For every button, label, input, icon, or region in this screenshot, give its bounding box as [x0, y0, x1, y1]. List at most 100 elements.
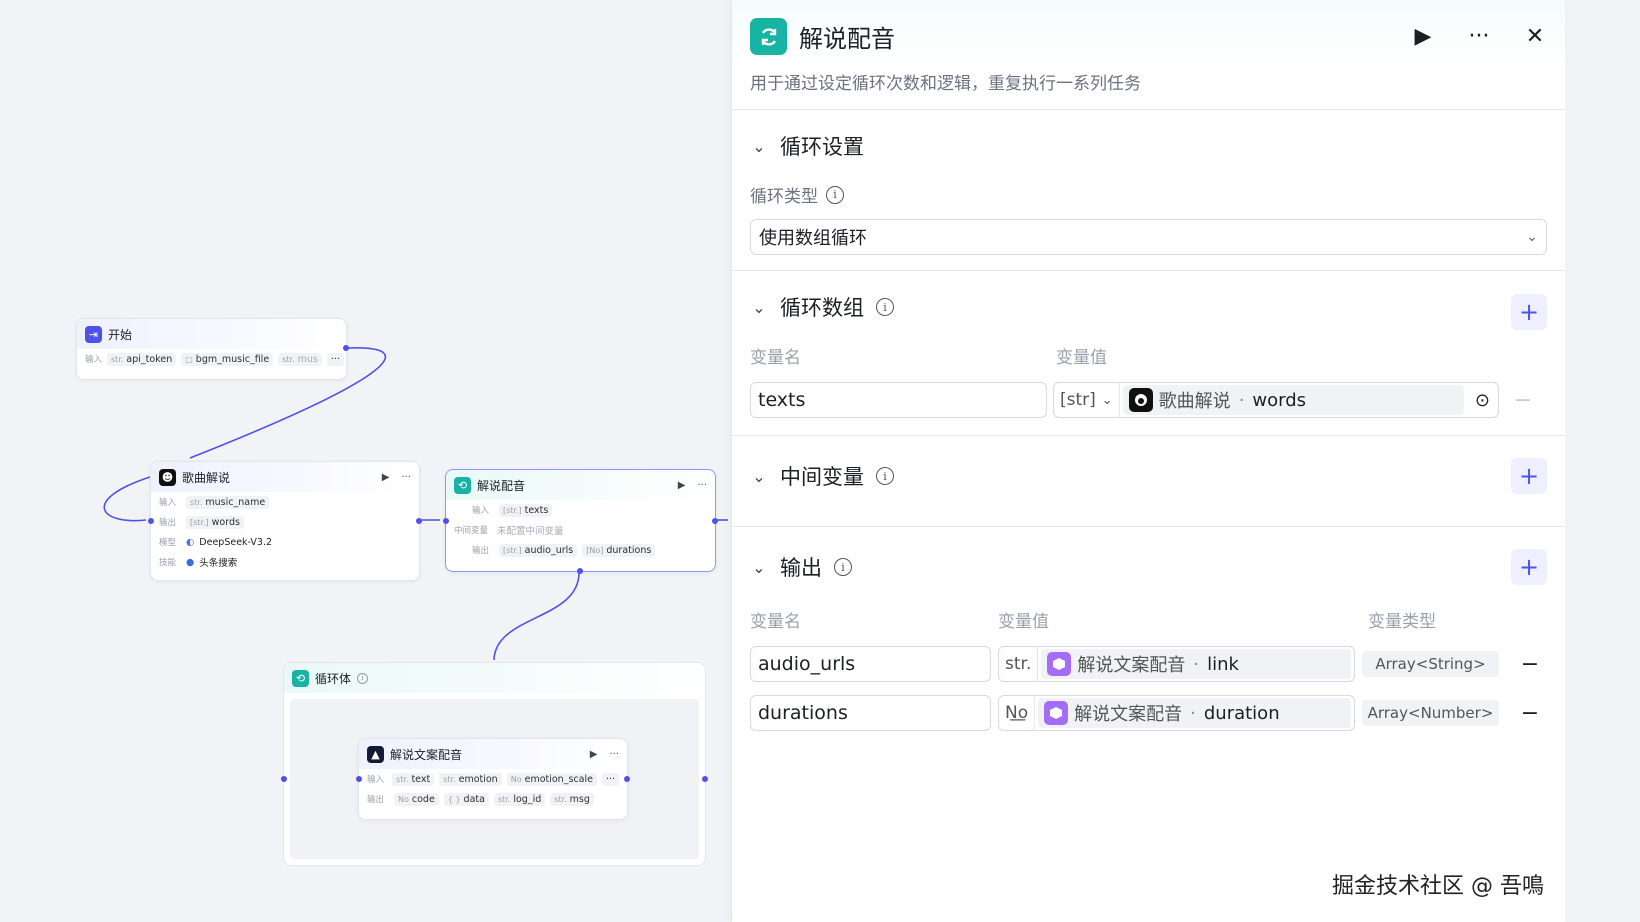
- add-intermediate-button[interactable]: +: [1511, 458, 1547, 494]
- loop-out-port[interactable]: [702, 776, 708, 782]
- more-icon[interactable]: ···: [401, 472, 411, 483]
- output-port[interactable]: [624, 776, 630, 782]
- param-chip: str. log_id: [493, 792, 546, 806]
- var-name-input[interactable]: durations: [750, 695, 991, 731]
- run-icon[interactable]: ▶: [590, 749, 598, 760]
- loop-in-port[interactable]: [281, 776, 287, 782]
- row-label: 输出: [367, 795, 385, 805]
- info-icon[interactable]: i: [876, 467, 894, 485]
- row-label: 模型: [159, 538, 177, 548]
- row-label: 输入: [159, 498, 177, 508]
- more-icon[interactable]: ···: [697, 480, 707, 491]
- info-icon[interactable]: i: [876, 298, 894, 316]
- loop-type-select[interactable]: 使用数组循环 ⌄: [750, 219, 1547, 255]
- run-icon[interactable]: ▶: [382, 472, 390, 483]
- loop-icon: ⟲: [454, 476, 471, 494]
- chevron-down-icon[interactable]: ⌄: [750, 558, 768, 577]
- var-name-input[interactable]: audio_urls: [750, 646, 991, 682]
- var-value-ref[interactable]: [str] ⌄ 歌曲解说 · words ⊙: [1053, 382, 1499, 418]
- param-chip: [No] durations: [582, 543, 656, 557]
- loop-icon: ⟲: [292, 669, 309, 687]
- row-label: 输出: [472, 546, 490, 556]
- type-label: str.: [999, 647, 1039, 681]
- row-label: 输出: [159, 518, 177, 528]
- run-button[interactable]: ▶: [1411, 24, 1435, 49]
- panel-description[interactable]: 用于通过设定循环次数和逻辑，重复执行一系列任务: [750, 69, 1547, 94]
- chevron-down-icon: ⌄: [1526, 229, 1538, 245]
- start-input-chip: str. mus: [278, 352, 322, 366]
- input-port[interactable]: [443, 518, 449, 524]
- workflow-canvas[interactable]: ⇥ 开始 输入 str. api_token □ bgm_music_file st…: [0, 0, 765, 922]
- dub-loop-node[interactable]: ⟲ 解说配音 ▶ ··· 输入 [str.] texts 中间变量 未配置中间变量…: [443, 469, 718, 574]
- var-value-ref[interactable]: str. 解说文案配音 · link: [998, 646, 1355, 682]
- row-label: 技能: [159, 558, 177, 568]
- tts-plugin-node[interactable]: ▲ 解说文案配音 ▶ ··· 输入 str. text str. emotion N…: [356, 738, 630, 820]
- param-chip: str. msg: [550, 792, 594, 806]
- more-icon[interactable]: ···: [609, 749, 619, 760]
- loop-icon: [750, 18, 787, 55]
- panel-title[interactable]: 解说配音: [799, 19, 1399, 54]
- var-type-badge: Array<Number>: [1362, 700, 1499, 726]
- tts-node-header: ▲ 解说文案配音 ▶ ···: [359, 739, 627, 769]
- type-label: N͟o: [999, 696, 1036, 730]
- loop-type-label: 循环类型: [750, 187, 818, 207]
- node-config-panel: 解说配音 ▶ ··· ✕ 用于通过设定循环次数和逻辑，重复执行一系列任务 ⌄ 循…: [731, 0, 1565, 922]
- chevron-down-icon[interactable]: ⌄: [750, 467, 768, 486]
- start-node[interactable]: ⇥ 开始 输入 str. api_token □ bgm_music_file st…: [76, 318, 349, 380]
- output-row: durations N͟o 解说文案配音 · duration Array<Numb…: [750, 695, 1547, 731]
- model-name: DeepSeek-V3.2: [199, 536, 273, 548]
- row-label: 输入: [367, 775, 385, 785]
- loop-port[interactable]: [577, 568, 583, 574]
- loop-settings-section: ⌄ 循环设置 循环类型 i 使用数组循环 ⌄: [732, 110, 1565, 271]
- more-inputs-badge[interactable]: ···: [326, 352, 344, 366]
- add-loop-array-button[interactable]: +: [1511, 294, 1547, 330]
- song-node-header: ☻ 歌曲解说 ▶ ···: [151, 462, 419, 492]
- var-name-input[interactable]: texts: [750, 382, 1047, 418]
- col-header: 变量值: [998, 612, 1049, 632]
- run-icon[interactable]: ▶: [678, 480, 686, 491]
- more-button[interactable]: ···: [1467, 24, 1491, 49]
- input-port[interactable]: [356, 776, 362, 782]
- param-chip: [str.] texts: [499, 503, 553, 517]
- param-chip: str. music_name: [186, 495, 270, 509]
- type-select[interactable]: [str] ⌄: [1054, 383, 1120, 417]
- col-header: 变量值: [1056, 348, 1107, 368]
- var-type-badge: Array<String>: [1362, 651, 1499, 677]
- target-icon[interactable]: ⊙: [1467, 390, 1498, 411]
- plugin-cube-icon: [1044, 701, 1069, 725]
- bot-icon: ☻: [159, 468, 176, 486]
- section-title: 输出: [780, 556, 822, 580]
- info-icon[interactable]: i: [834, 558, 852, 576]
- close-button[interactable]: ✕: [1523, 24, 1547, 49]
- output-port[interactable]: [416, 518, 422, 524]
- output-port[interactable]: [343, 345, 349, 351]
- more-inputs-badge[interactable]: ···: [601, 772, 619, 786]
- dub-node-header: ⟲ 解说配音 ▶ ···: [446, 470, 715, 500]
- mid-var-empty: 未配置中间变量: [497, 526, 564, 537]
- chevron-down-icon[interactable]: ⌄: [750, 298, 768, 317]
- param-chip: [str.] audio_urls: [499, 543, 578, 557]
- remove-row-button[interactable]: −: [1518, 701, 1542, 726]
- info-icon[interactable]: i: [826, 185, 844, 204]
- intermediate-vars-section: ⌄ 中间变量 i +: [732, 436, 1565, 527]
- start-node-header: ⇥ 开始: [77, 319, 346, 349]
- col-header: 变量名: [750, 348, 801, 368]
- var-ref-value: 歌曲解说 · words: [1122, 385, 1464, 415]
- song-node-title: 歌曲解说: [182, 470, 231, 485]
- var-ref-value: 解说文案配音 · link: [1041, 649, 1351, 679]
- remove-row-button[interactable]: −: [1511, 388, 1535, 413]
- output-port[interactable]: [712, 518, 718, 524]
- param-chip: [str.] words: [186, 515, 244, 529]
- start-node-title: 开始: [108, 327, 133, 342]
- var-value-ref[interactable]: N͟o 解说文案配音 · duration: [998, 695, 1355, 731]
- add-output-button[interactable]: +: [1511, 549, 1547, 585]
- input-port[interactable]: [148, 518, 154, 524]
- param-chip: { } data: [443, 792, 489, 806]
- song-explain-node[interactable]: ☻ 歌曲解说 ▶ ··· 输入 str. music_name 输出 [str.]…: [148, 461, 422, 581]
- remove-row-button[interactable]: −: [1518, 652, 1542, 677]
- chevron-down-icon[interactable]: ⌄: [750, 137, 768, 156]
- dub-node-title: 解说配音: [477, 478, 526, 493]
- tts-node-title: 解说文案配音: [390, 747, 463, 762]
- loop-array-section: ⌄ 循环数组 i + 变量名 变量值 texts [str] ⌄ 歌曲解说 · wor…: [732, 271, 1565, 436]
- audio-wave-icon: ▲: [367, 745, 384, 763]
